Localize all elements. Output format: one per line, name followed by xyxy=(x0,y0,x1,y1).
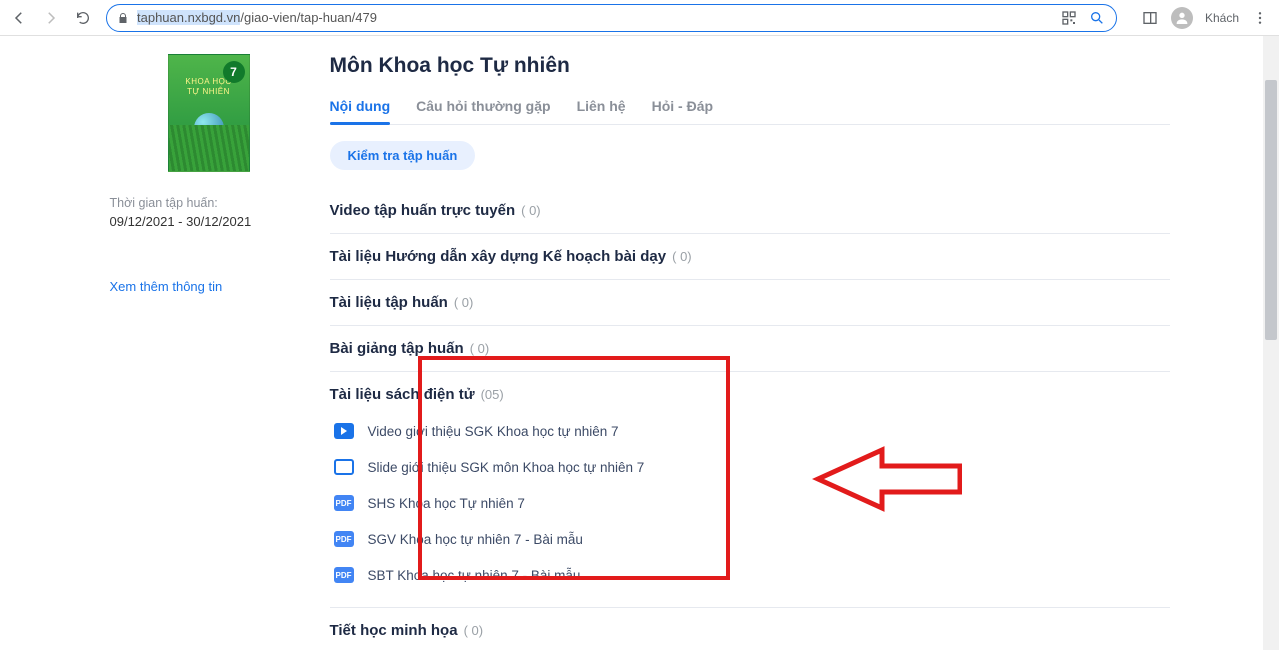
tab-noi-dung[interactable]: Nội dung xyxy=(330,88,391,124)
ebook-item[interactable]: PDF SGV Khoa học tự nhiên 7 - Bài mẫu xyxy=(330,521,1170,557)
video-icon xyxy=(334,423,354,439)
section-head[interactable]: Tài liệu tập huấn ( 0) xyxy=(330,294,1170,311)
pdf-icon: PDF xyxy=(334,495,354,511)
section-video-online: Video tập huấn trực tuyến ( 0) xyxy=(330,188,1170,234)
forward-button[interactable] xyxy=(42,9,60,27)
tab-lien-he[interactable]: Liên hệ xyxy=(577,88,626,124)
section-lectures: Bài giảng tập huấn ( 0) xyxy=(330,326,1170,372)
pdf-icon: PDF xyxy=(334,531,354,547)
section-title: Video tập huấn trực tuyến xyxy=(330,202,516,219)
back-button[interactable] xyxy=(10,9,28,27)
tab-cau-hoi[interactable]: Câu hỏi thường gặp xyxy=(416,88,550,124)
avatar-icon[interactable] xyxy=(1171,7,1193,29)
item-label: SGV Khoa học tự nhiên 7 - Bài mẫu xyxy=(368,532,583,547)
qr-icon[interactable] xyxy=(1060,9,1078,27)
book-cover: KHOA HỌC TỰ NHIÊN 7 xyxy=(168,54,250,172)
section-head[interactable]: Video tập huấn trực tuyến ( 0) xyxy=(330,202,1170,219)
kebab-menu-icon[interactable] xyxy=(1251,9,1269,27)
section-title: Tiết học minh họa xyxy=(330,622,458,639)
page-title: Môn Khoa học Tự nhiên xyxy=(330,54,1170,78)
lock-icon xyxy=(117,12,129,24)
item-label: SHS Khoa học Tự nhiên 7 xyxy=(368,496,525,511)
course-sidebar: KHOA HỌC TỰ NHIÊN 7 Thời gian tập huấn: … xyxy=(110,54,270,650)
section-count: ( 0) xyxy=(464,623,484,638)
ebook-item[interactable]: PDF SBT Khoa học tự nhiên 7 - Bài mẫu xyxy=(330,557,1170,593)
item-label: Video giới thiệu SGK Khoa học tự nhiên 7 xyxy=(368,424,619,439)
browser-toolbar: taphuan.nxbgd.vn/giao-vien/tap-huan/479 … xyxy=(0,0,1279,36)
page-body: KHOA HỌC TỰ NHIÊN 7 Thời gian tập huấn: … xyxy=(0,36,1279,650)
section-plan-guide: Tài liệu Hướng dẫn xây dựng Kế hoạch bài… xyxy=(330,234,1170,280)
time-value: 09/12/2021 - 30/12/2021 xyxy=(110,214,252,229)
reload-button[interactable] xyxy=(74,9,92,27)
section-head[interactable]: Tài liệu Hướng dẫn xây dựng Kế hoạch bài… xyxy=(330,248,1170,265)
section-count: ( 0) xyxy=(470,341,490,356)
ebook-item[interactable]: PDF SHS Khoa học Tự nhiên 7 xyxy=(330,485,1170,521)
slide-icon xyxy=(334,459,354,475)
url-text: taphuan.nxbgd.vn/giao-vien/tap-huan/479 xyxy=(137,10,1052,25)
address-bar[interactable]: taphuan.nxbgd.vn/giao-vien/tap-huan/479 xyxy=(106,4,1117,32)
cover-number: 7 xyxy=(223,61,245,83)
section-title: Tài liệu sách điện tử xyxy=(330,386,475,403)
section-title: Tài liệu Hướng dẫn xây dựng Kế hoạch bài… xyxy=(330,248,667,265)
section-head[interactable]: Bài giảng tập huấn ( 0) xyxy=(330,340,1170,357)
section-count: ( 0) xyxy=(454,295,474,310)
tabs: Nội dung Câu hỏi thường gặp Liên hệ Hỏi … xyxy=(330,88,1170,125)
section-count: (05) xyxy=(481,387,504,402)
scrollbar[interactable] xyxy=(1263,36,1279,650)
item-label: Slide giới thiệu SGK môn Khoa học tự nhi… xyxy=(368,460,645,475)
section-training-docs: Tài liệu tập huấn ( 0) xyxy=(330,280,1170,326)
ebook-item[interactable]: Slide giới thiệu SGK môn Khoa học tự nhi… xyxy=(330,449,1170,485)
section-title: Bài giảng tập huấn xyxy=(330,340,464,357)
cover-grass xyxy=(169,125,249,171)
time-label: Thời gian tập huấn: xyxy=(110,196,218,210)
panel-icon[interactable] xyxy=(1141,9,1159,27)
item-label: SBT Khoa học tự nhiên 7 - Bài mẫu xyxy=(368,568,581,583)
section-head[interactable]: Tài liệu sách điện tử (05) xyxy=(330,386,1170,403)
pdf-icon: PDF xyxy=(334,567,354,583)
ebook-item[interactable]: Video giới thiệu SGK Khoa học tự nhiên 7 xyxy=(330,413,1170,449)
more-info-link[interactable]: Xem thêm thông tin xyxy=(110,279,223,294)
tab-hoi-dap[interactable]: Hỏi - Đáp xyxy=(652,88,713,124)
cover-title-line2: TỰ NHIÊN xyxy=(169,87,249,96)
section-demo-lesson: Tiết học minh họa ( 0) xyxy=(330,608,1170,650)
section-ebooks: Tài liệu sách điện tử (05) Video giới th… xyxy=(330,372,1170,608)
course-main: Môn Khoa học Tự nhiên Nội dung Câu hỏi t… xyxy=(330,54,1170,650)
zoom-icon[interactable] xyxy=(1088,9,1106,27)
section-title: Tài liệu tập huấn xyxy=(330,294,448,311)
section-count: ( 0) xyxy=(672,249,692,264)
scroll-thumb[interactable] xyxy=(1265,80,1277,340)
exam-chip[interactable]: Kiểm tra tập huấn xyxy=(330,141,476,170)
section-head[interactable]: Tiết học minh họa ( 0) xyxy=(330,622,1170,639)
guest-label: Khách xyxy=(1205,11,1239,25)
section-count: ( 0) xyxy=(521,203,541,218)
